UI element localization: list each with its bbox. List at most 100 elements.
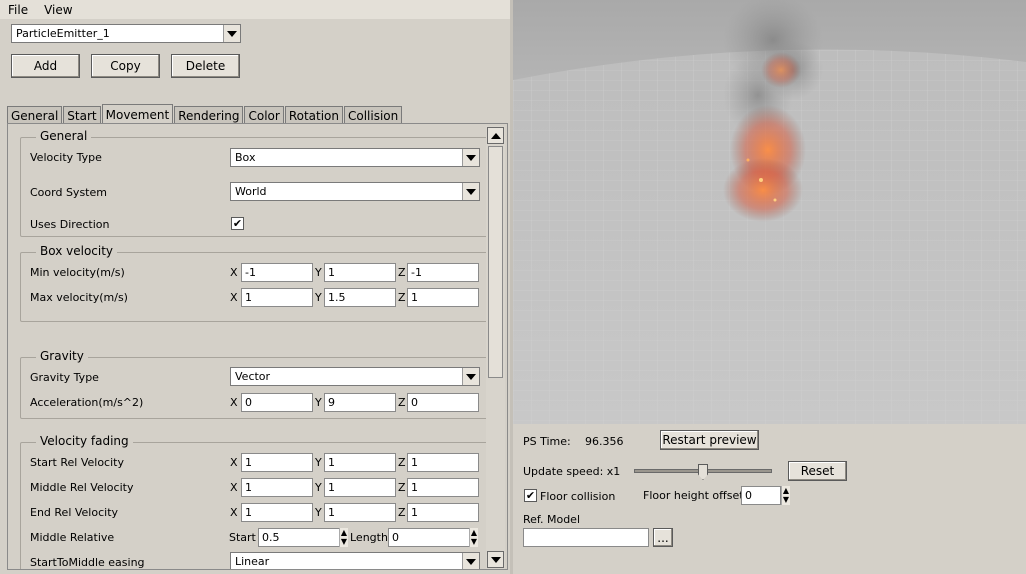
max-velocity-y[interactable]: 1.5 [324,288,396,307]
floor-collision-checkbox[interactable]: ✔ [524,489,537,502]
axis-z-label: Z [398,291,406,304]
uses-direction-label: Uses Direction [30,218,110,231]
copy-button[interactable]: Copy [91,54,160,78]
axis-z-label: Z [398,396,406,409]
gravity-type-select[interactable]: Vector [230,367,480,386]
emitter-select[interactable]: ParticleEmitter_1 [11,24,241,43]
preview-viewport[interactable] [513,0,1026,424]
ref-model-input[interactable] [523,528,649,547]
end-rel-velocity-label: End Rel Velocity [30,506,119,519]
uses-direction-checkbox[interactable]: ✔ [231,217,244,230]
tab-movement[interactable]: Movement [101,104,174,124]
chevron-down-icon[interactable] [462,183,479,200]
tab-rendering[interactable]: Rendering [174,106,244,124]
chevron-down-icon[interactable] [462,553,479,569]
floor-height-input[interactable]: 0 [741,486,781,505]
acceleration-y[interactable]: 9 [324,393,396,412]
start-rel-velocity-x[interactable]: 1 [241,453,313,472]
menu-file[interactable]: File [0,3,36,17]
min-velocity-z[interactable]: -1 [407,263,479,282]
coord-system-select[interactable]: World [230,182,480,201]
axis-z-label: Z [398,481,406,494]
end-rel-velocity-y[interactable]: 1 [324,503,396,522]
gravity-type-label: Gravity Type [30,371,99,384]
floor-height-spinner[interactable]: ▲ ▼ [781,486,790,505]
axis-y-label: Y [315,396,322,409]
easing-label: StartToMiddle easing [30,556,145,569]
restart-preview-button[interactable]: Restart preview [660,430,759,450]
menu-view[interactable]: View [36,3,80,17]
start-rel-velocity-y[interactable]: 1 [324,453,396,472]
coord-system-value: World [235,185,267,198]
gravity-type-value: Vector [235,370,271,383]
scrollbar-thumb[interactable] [488,146,503,378]
acceleration-x[interactable]: 0 [241,393,313,412]
general-group-title: General [36,129,92,143]
end-rel-velocity-z[interactable]: 1 [407,503,479,522]
velocity-type-select[interactable]: Box [230,148,480,167]
delete-button[interactable]: Delete [171,54,240,78]
update-speed-thumb[interactable] [698,464,708,480]
add-button[interactable]: Add [11,54,80,78]
middle-relative-length-spinner[interactable]: ▲ ▼ [469,528,478,547]
end-rel-velocity-x[interactable]: 1 [241,503,313,522]
easing-select[interactable]: Linear [230,552,480,569]
axis-x-label: X [230,506,238,519]
axis-x-label: X [230,481,238,494]
velocity-type-label: Velocity Type [30,151,102,164]
menu-bar: File View [0,0,513,19]
ref-model-label: Ref. Model [523,513,581,526]
acceleration-z[interactable]: 0 [407,393,479,412]
particle-preview-render [513,0,1026,424]
tab-general[interactable]: General [7,106,63,124]
tab-collision[interactable]: Collision [344,106,403,124]
tab-rotation[interactable]: Rotation [284,106,343,124]
browse-button[interactable]: ... [653,528,673,547]
axis-y-label: Y [315,481,322,494]
axis-x-label: X [230,266,238,279]
axis-x-label: X [230,291,238,304]
chevron-down-icon[interactable] [223,25,240,42]
middle-rel-velocity-x[interactable]: 1 [241,478,313,497]
middle-rel-velocity-label: Middle Rel Velocity [30,481,134,494]
middle-relative-length-label: Length [350,531,388,544]
middle-relative-length-input[interactable]: 0 [388,528,478,547]
middle-rel-velocity-z[interactable]: 1 [407,478,479,497]
box-velocity-title: Box velocity [36,244,118,258]
middle-relative-start-input[interactable]: 0.5 [258,528,348,547]
max-velocity-z[interactable]: 1 [407,288,479,307]
tab-start[interactable]: Start [63,106,101,124]
floor-collision-label: Floor collision [540,490,616,503]
gravity-title: Gravity [36,349,88,363]
scroll-down-button[interactable] [487,551,504,568]
ps-time-value: 96.356 [585,435,624,448]
middle-relative-start-spinner[interactable]: ▲ ▼ [339,528,348,547]
min-velocity-y[interactable]: 1 [324,263,396,282]
chevron-down-icon[interactable] [462,368,479,385]
floor-height-label: Floor height offset [643,489,744,502]
velocity-fading-title: Velocity fading [36,434,133,448]
reset-button[interactable]: Reset [788,461,847,481]
preview-controls: PS Time: 96.356 Restart preview Update s… [513,424,1026,574]
tab-color[interactable]: Color [244,106,284,124]
pane-scrollbar[interactable] [486,126,505,569]
middle-rel-velocity-y[interactable]: 1 [324,478,396,497]
axis-y-label: Y [315,291,322,304]
middle-relative-label: Middle Relative [30,531,115,544]
axis-y-label: Y [315,266,322,279]
max-velocity-label: Max velocity(m/s) [30,291,128,304]
axis-x-label: X [230,396,238,409]
min-velocity-x[interactable]: -1 [241,263,313,282]
max-velocity-x[interactable]: 1 [241,288,313,307]
chevron-down-icon[interactable] [462,149,479,166]
scroll-up-button[interactable] [487,127,504,144]
start-rel-velocity-z[interactable]: 1 [407,453,479,472]
easing-value: Linear [235,555,270,568]
axis-z-label: Z [398,506,406,519]
tab-bar: General Start Movement Rendering Color R… [7,104,403,124]
update-speed-label: Update speed: x1 [523,465,621,478]
axis-z-label: Z [398,456,406,469]
acceleration-label: Acceleration(m/s^2) [30,396,144,409]
axis-y-label: Y [315,456,322,469]
axis-y-label: Y [315,506,322,519]
